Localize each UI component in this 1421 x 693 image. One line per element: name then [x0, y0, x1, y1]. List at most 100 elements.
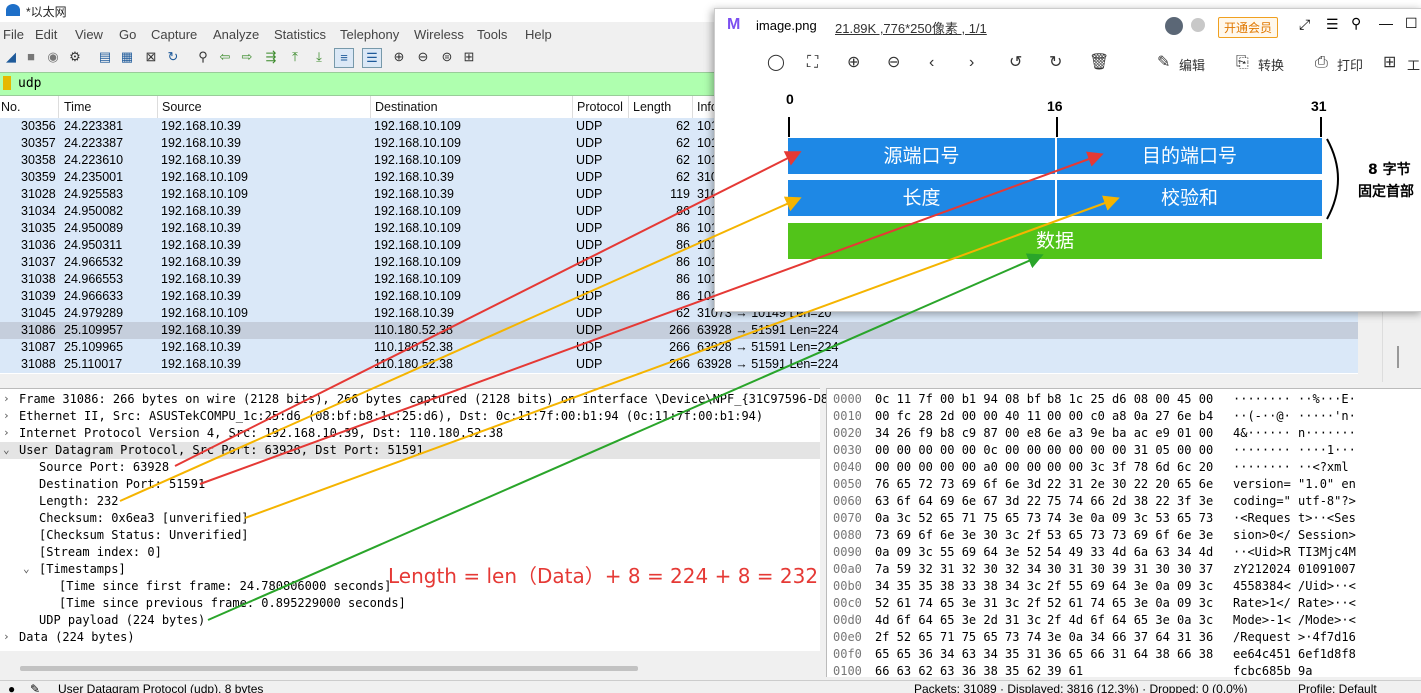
rotate-right-icon[interactable]: ↻	[1049, 53, 1062, 73]
zoom-in-icon[interactable]: ⊕	[390, 48, 408, 66]
packet-row[interactable]: 31087 25.109965 192.168.10.39 110.180.52.38…	[0, 339, 1358, 356]
details-hscrollbar[interactable]	[0, 662, 820, 676]
col-source[interactable]: Source	[162, 100, 202, 114]
find-icon[interactable]: ⚲	[194, 48, 212, 66]
display-filter-input[interactable]: udp	[18, 76, 41, 91]
col-no[interactable]: No.	[1, 100, 20, 114]
last-packet-icon[interactable]: ⤓	[310, 48, 328, 66]
save-file-icon[interactable]: ▦	[118, 48, 136, 66]
detail-row[interactable]: [Checksum Status: Unverified]	[0, 527, 820, 544]
detail-row[interactable]: [Stream index: 0]	[0, 544, 820, 561]
menu-capture[interactable]: Capture	[151, 27, 197, 42]
menu-wireless[interactable]: Wireless	[414, 27, 464, 42]
go-to-packet-icon[interactable]: ⇶	[262, 48, 280, 66]
close-file-icon[interactable]: ⊠	[142, 48, 160, 66]
next-icon[interactable]: ›	[969, 53, 974, 73]
menu-help[interactable]: Help	[525, 27, 552, 42]
detail-row[interactable]: › Internet Protocol Version 4, Src: 192.1…	[0, 425, 820, 442]
cloud-icon[interactable]	[1191, 18, 1205, 32]
mouse-mode-icon[interactable]: ◯	[767, 53, 785, 73]
menu-telephony[interactable]: Telephony	[340, 27, 399, 42]
col-time[interactable]: Time	[64, 100, 91, 114]
scrollbar-thumb[interactable]	[1397, 346, 1399, 368]
collapse-chevron-icon[interactable]: ⌄	[23, 562, 30, 575]
print-icon[interactable]: ⎙	[1315, 53, 1328, 73]
hex-row[interactable]: 0010 00 fc 28 2d 00 00 40 11 00 00 c0 a8 0…	[827, 408, 1421, 425]
avatar[interactable]	[1165, 17, 1183, 35]
vip-button[interactable]: 开通会员	[1218, 17, 1279, 38]
hex-row[interactable]: 00d0 4d 6f 64 65 3e 2d 31 3c 2f 4d 6f 64 6…	[827, 612, 1421, 629]
col-length[interactable]: Length	[633, 100, 671, 114]
hex-row[interactable]: 00f0 65 65 36 34 63 34 35 31 36 65 66 31 6…	[827, 646, 1421, 663]
menu-file[interactable]: File	[3, 27, 24, 42]
menu-tools[interactable]: Tools	[477, 27, 507, 42]
col-protocol[interactable]: Protocol	[577, 100, 623, 114]
hex-row[interactable]: 00c0 52 61 74 65 3e 31 3c 2f 52 61 74 65 3…	[827, 595, 1421, 612]
previous-icon[interactable]: ‹	[929, 53, 934, 73]
maximize-icon[interactable]: ☐	[1405, 15, 1418, 32]
shark-start-icon[interactable]: ◢	[2, 48, 20, 66]
fullscreen-icon[interactable]: ⤢	[1299, 16, 1310, 33]
hex-row[interactable]: 0070 0a 3c 52 65 71 75 65 73 74 3e 0a 09 3…	[827, 510, 1421, 527]
hex-row[interactable]: 0040 00 00 00 00 00 a0 00 00 00 00 3c 3f 7…	[827, 459, 1421, 476]
minimize-icon[interactable]: —	[1379, 15, 1393, 31]
convert-icon[interactable]: ⎘	[1236, 53, 1249, 73]
hex-row[interactable]: 0090 0a 09 3c 55 69 64 3e 52 54 49 33 4d 6…	[827, 544, 1421, 561]
menu-analyze[interactable]: Analyze	[213, 27, 259, 42]
resize-columns-icon[interactable]: ⊞	[460, 48, 478, 66]
detail-row[interactable]: Destination Port: 51591	[0, 476, 820, 493]
rotate-left-icon[interactable]: ↺	[1009, 53, 1022, 73]
go-forward-icon[interactable]: ⇨	[238, 48, 256, 66]
restart-icon[interactable]: ◉	[44, 48, 62, 66]
delete-icon[interactable]: 🗑	[1089, 53, 1109, 73]
detail-row[interactable]: Length: 232	[0, 493, 820, 510]
hex-row[interactable]: 0100 66 63 62 63 36 38 35 62 39 61 fcbc685b…	[827, 663, 1421, 680]
colorize-icon[interactable]: ☰	[362, 48, 382, 68]
detail-row[interactable]: ⌄ User Datagram Protocol, Src Port: 63928…	[0, 442, 820, 459]
expand-chevron-icon[interactable]: ›	[3, 409, 10, 422]
go-back-icon[interactable]: ⇦	[216, 48, 234, 66]
status-profile[interactable]: Profile: Default	[1298, 682, 1377, 693]
print-button[interactable]: 打印	[1337, 55, 1363, 74]
expand-chevron-icon[interactable]: ›	[3, 426, 10, 439]
tools-grid-icon[interactable]: ⊞	[1383, 53, 1396, 73]
status-indicator-icon[interactable]: ●	[8, 682, 15, 693]
zoom-reset-icon[interactable]: ⊜	[438, 48, 456, 66]
detail-row[interactable]: › Data (224 bytes)	[0, 629, 820, 646]
edit-button[interactable]: 编辑	[1179, 55, 1205, 74]
detail-row[interactable]: Source Port: 63928	[0, 459, 820, 476]
hex-row[interactable]: 0030 00 00 00 00 00 0c 00 00 00 00 00 00 3…	[827, 442, 1421, 459]
hex-row[interactable]: 0050 76 65 72 73 69 6f 6e 3d 22 31 2e 30 2…	[827, 476, 1421, 493]
hex-row[interactable]: 00a0 7a 59 32 31 32 30 32 34 30 31 30 39 3…	[827, 561, 1421, 578]
expand-chevron-icon[interactable]: ›	[3, 630, 10, 643]
pin-icon[interactable]: ⚲	[1351, 15, 1361, 32]
menu-edit[interactable]: Edit	[35, 27, 57, 42]
zoom-in-icon[interactable]: ⊕	[847, 53, 860, 73]
menu-view[interactable]: View	[75, 27, 103, 42]
reload-icon[interactable]: ↻	[164, 48, 182, 66]
detail-row[interactable]: [Time since previous frame: 0.895229000 …	[0, 595, 820, 612]
menu-statistics[interactable]: Statistics	[274, 27, 326, 42]
edit-icon[interactable]: ✎	[1157, 53, 1170, 73]
detail-row[interactable]: UDP payload (224 bytes)	[0, 612, 820, 629]
details-scroll-thumb[interactable]	[20, 666, 638, 671]
autoscroll-icon[interactable]: ≡	[334, 48, 354, 68]
open-file-icon[interactable]: ▤	[96, 48, 114, 66]
collapse-chevron-icon[interactable]: ⌄	[3, 443, 10, 456]
hex-row[interactable]: 0000 0c 11 7f 00 b1 94 08 bf b8 1c 25 d6 0…	[827, 391, 1421, 408]
hex-row[interactable]: 0060 63 6f 64 69 6e 67 3d 22 75 74 66 2d 3…	[827, 493, 1421, 510]
stop-icon[interactable]: ■	[22, 48, 40, 66]
col-destination[interactable]: Destination	[375, 100, 438, 114]
zoom-out-icon[interactable]: ⊖	[887, 53, 900, 73]
edit-comment-icon[interactable]: ✎	[30, 682, 40, 693]
menu-icon[interactable]: ☰	[1326, 16, 1339, 33]
hex-row[interactable]: 00b0 34 35 35 38 33 38 34 3c 2f 55 69 64 3…	[827, 578, 1421, 595]
viewer-image-info[interactable]: 21.89K ,776*250像素 , 1/1	[835, 18, 987, 37]
packet-row[interactable]: 31086 25.109957 192.168.10.39 110.180.52.38…	[0, 322, 1358, 339]
convert-button[interactable]: 转换	[1258, 55, 1284, 74]
packet-row[interactable]: 31088 25.110017 192.168.10.39 110.180.52.38…	[0, 356, 1358, 373]
menu-go[interactable]: Go	[119, 27, 136, 42]
fit-window-icon[interactable]: ⛶	[807, 53, 818, 73]
zoom-out-icon[interactable]: ⊖	[414, 48, 432, 66]
bookmark-icon[interactable]	[3, 76, 11, 90]
